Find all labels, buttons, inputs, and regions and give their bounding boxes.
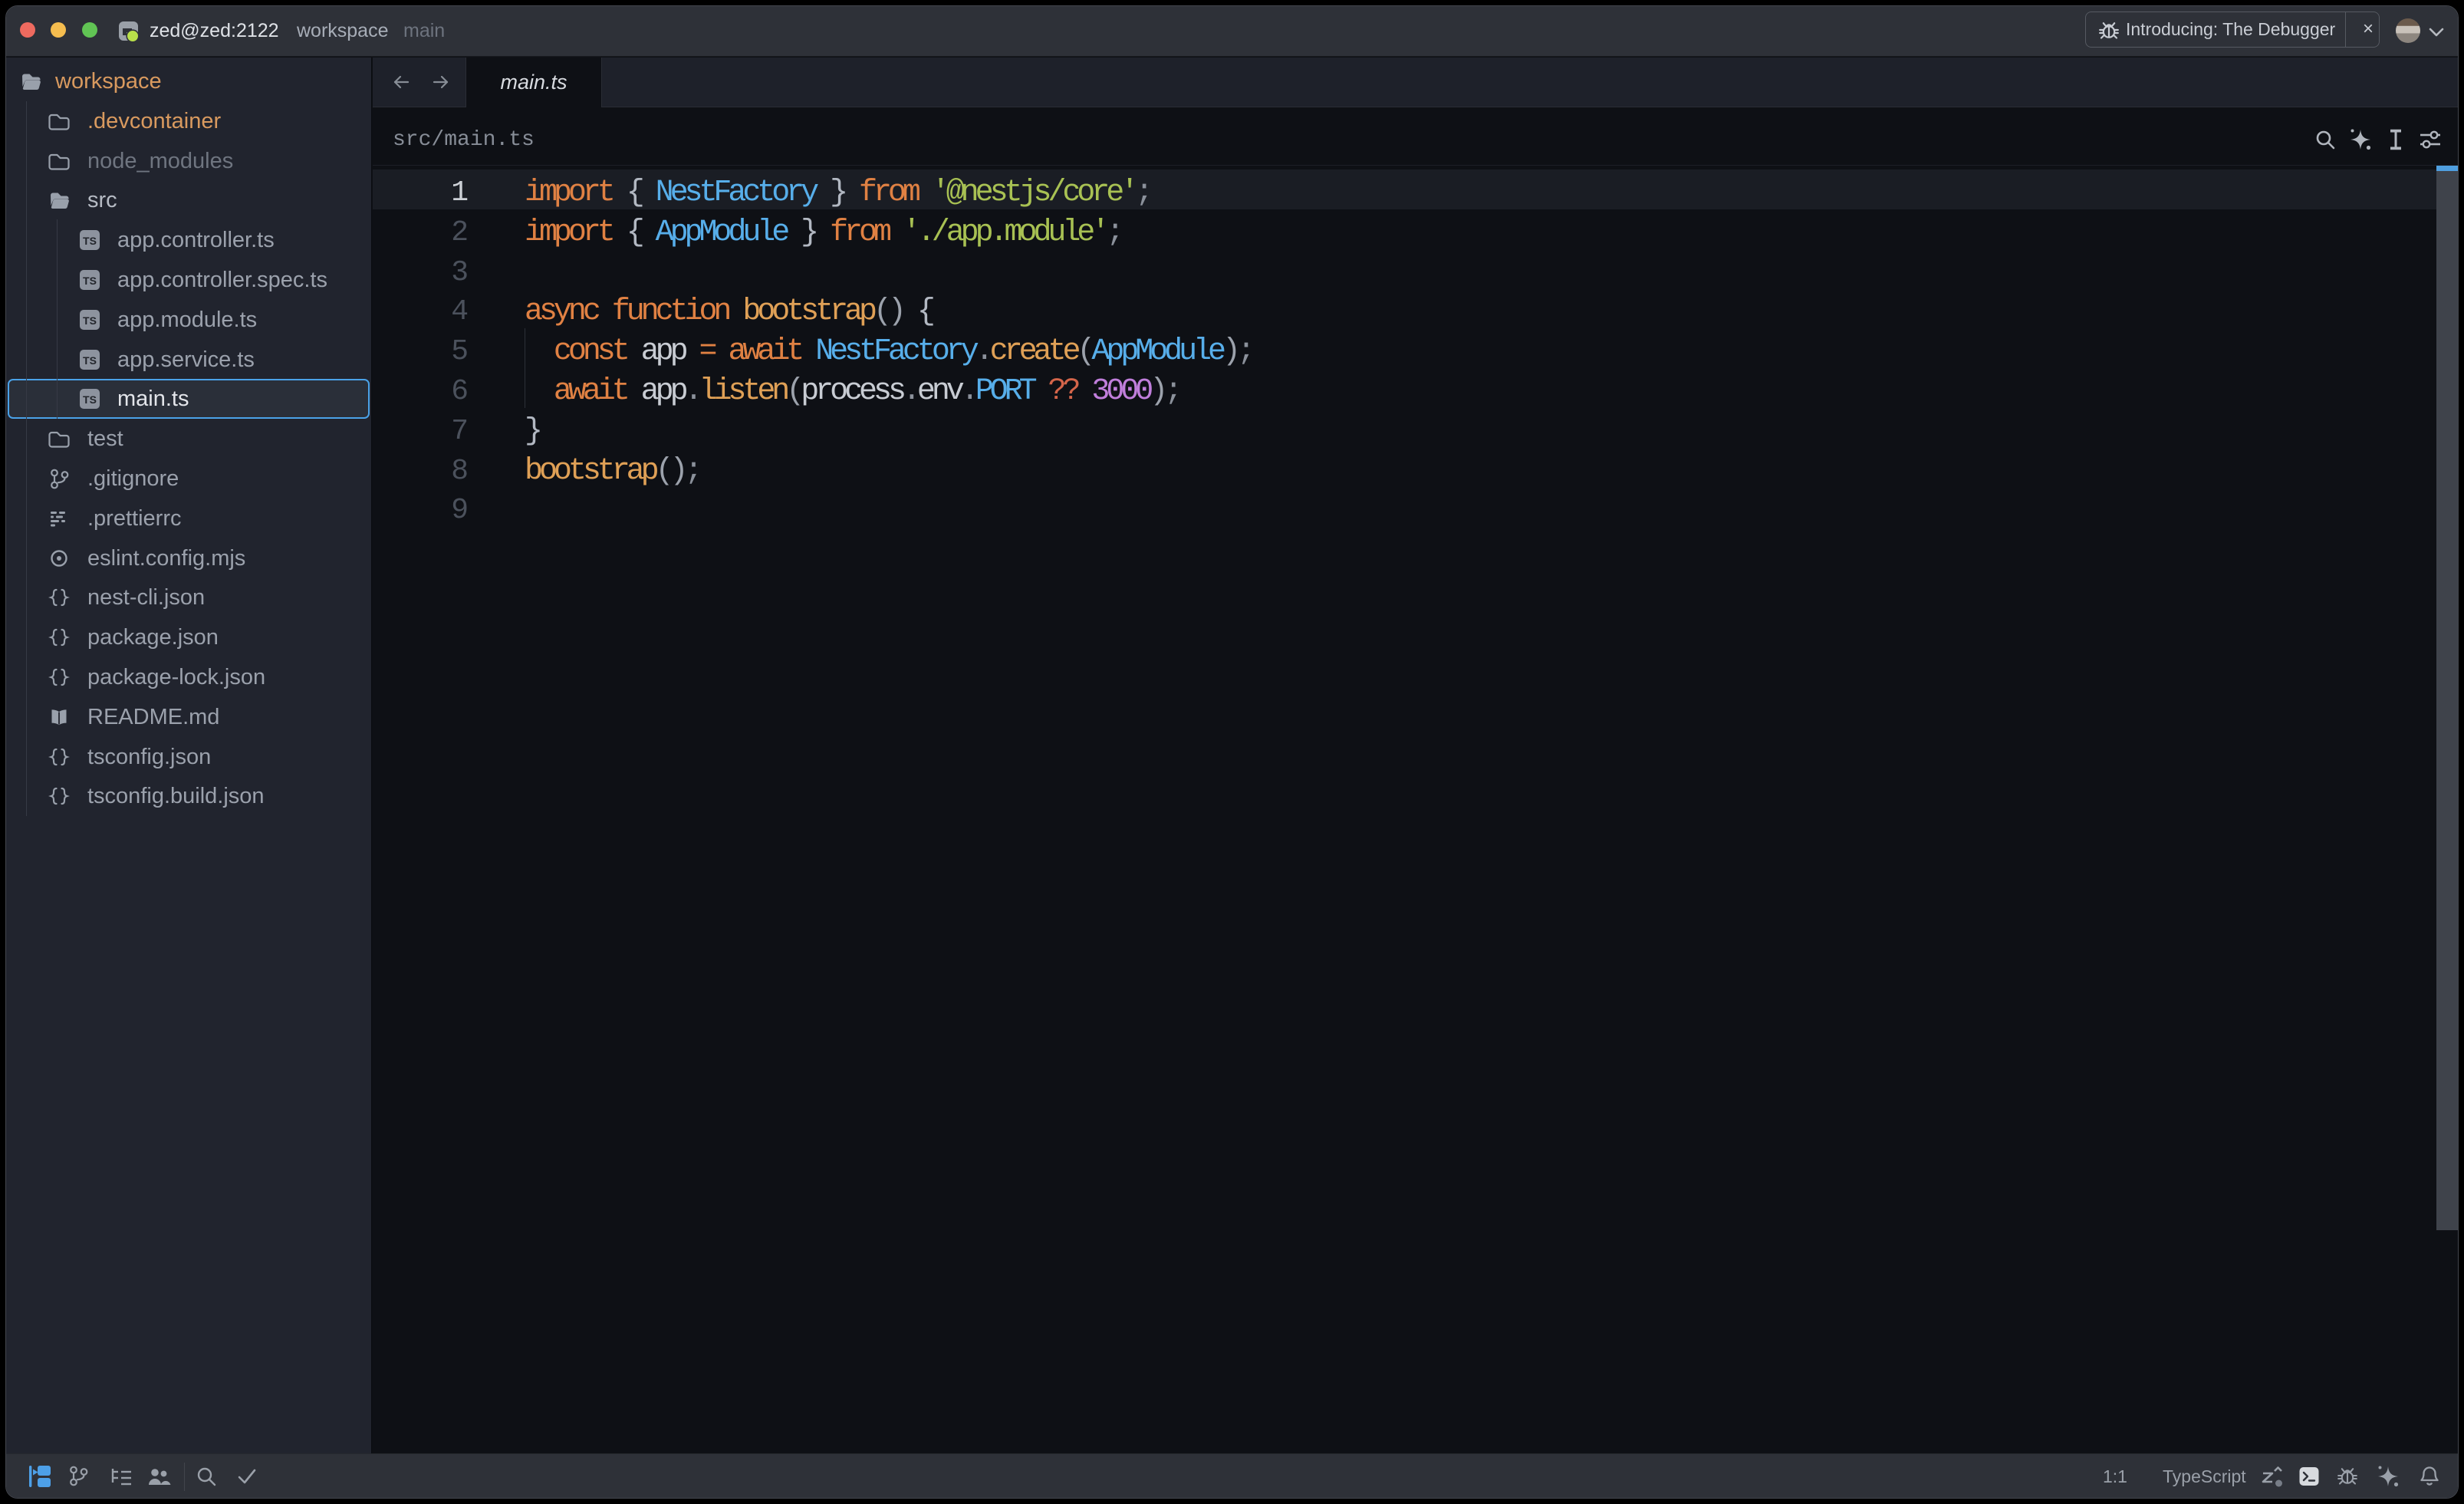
svg-text:TS: TS	[83, 275, 97, 287]
svg-text:TS: TS	[83, 314, 97, 327]
svg-text:TS: TS	[83, 354, 97, 367]
svg-text:TS: TS	[83, 235, 97, 247]
svg-text:TS: TS	[83, 393, 97, 406]
